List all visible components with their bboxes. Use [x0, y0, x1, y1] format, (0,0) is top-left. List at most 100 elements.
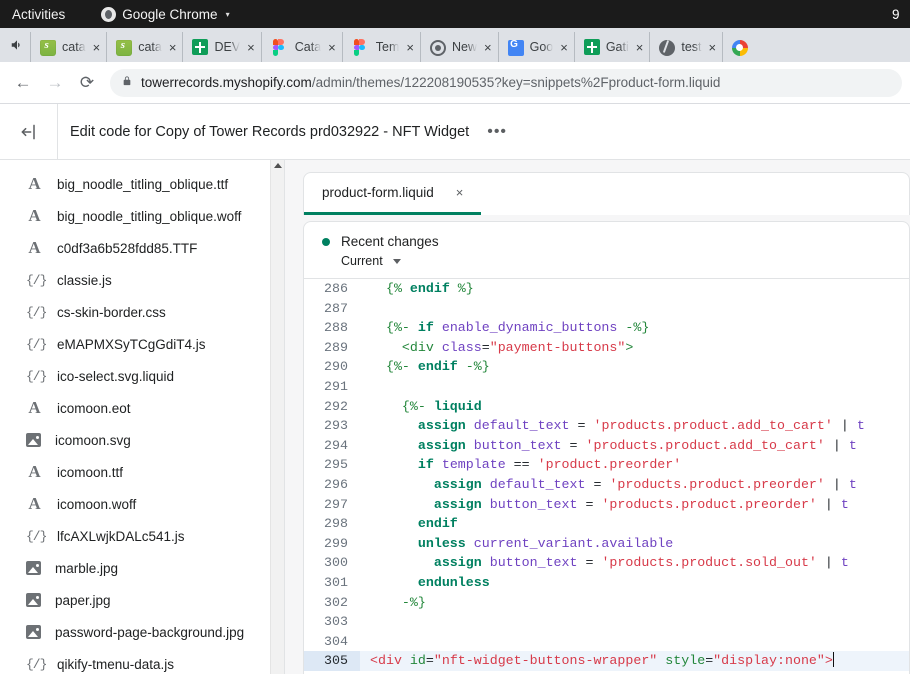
list-item[interactable]: {/} qikify-tmenu-data.js	[0, 648, 284, 674]
browser-tab[interactable]: Tem ×	[342, 32, 420, 62]
close-tab-icon[interactable]: ×	[406, 41, 414, 54]
line-number: 298	[304, 514, 360, 534]
code-line[interactable]: 291	[304, 377, 909, 397]
browser-tab[interactable]: test ×	[649, 32, 722, 62]
browser-tab[interactable]: cata ×	[30, 32, 106, 62]
line-number: 297	[304, 495, 360, 515]
close-tab-icon[interactable]: ×	[560, 41, 568, 54]
code-line[interactable]: 290 {%- endif -%}	[304, 357, 909, 377]
list-item[interactable]: icomoon.svg	[0, 424, 284, 456]
tab-product-form-liquid[interactable]: product-form.liquid ×	[304, 173, 481, 215]
list-item[interactable]: paper.jpg	[0, 584, 284, 616]
browser-tab[interactable]: cata ×	[106, 32, 182, 62]
list-item[interactable]: A icomoon.woff	[0, 488, 284, 520]
more-actions-button[interactable]: •••	[487, 128, 507, 136]
figma-icon	[273, 39, 289, 55]
browser-tab[interactable]	[722, 32, 760, 62]
line-number: 287	[304, 299, 360, 319]
close-tab-icon[interactable]: ×	[328, 41, 336, 54]
list-item[interactable]: A c0df3a6b528fdd85.TTF	[0, 232, 284, 264]
reload-button[interactable]: ⟳	[72, 68, 102, 98]
address-bar[interactable]: towerrecords.myshopify.com/admin/themes/…	[110, 69, 902, 97]
list-item[interactable]: password-page-background.jpg	[0, 616, 284, 648]
line-number: 305	[304, 651, 360, 671]
browser-tab[interactable]: Gati ×	[574, 32, 650, 62]
close-tab-icon[interactable]: ×	[709, 41, 717, 54]
sidebar-scrollbar[interactable]	[270, 160, 284, 674]
line-number: 290	[304, 357, 360, 377]
browser-tab[interactable]: Cata ×	[261, 32, 342, 62]
code-line[interactable]: 302 -%}	[304, 593, 909, 613]
close-tab-icon[interactable]: ×	[93, 41, 101, 54]
file-tabs-row: product-form.liquid ×	[304, 173, 909, 215]
active-app-menu[interactable]: Google Chrome ▾	[101, 7, 229, 22]
mute-tab-icon[interactable]	[4, 28, 30, 62]
code-line[interactable]: 289 <div class="payment-buttons">	[304, 338, 909, 358]
code-line-text: {% endif %}	[360, 279, 909, 299]
file-name: cs-skin-border.css	[57, 305, 166, 320]
code-line[interactable]: 296 assign default_text = 'products.prod…	[304, 475, 909, 495]
list-item[interactable]: marble.jpg	[0, 552, 284, 584]
list-item[interactable]: {/} ico-select.svg.liquid	[0, 360, 284, 392]
code-line[interactable]: 301 endunless	[304, 573, 909, 593]
browser-toolbar: ← → ⟳ towerrecords.myshopify.com/admin/t…	[0, 62, 910, 104]
activities-button[interactable]: Activities	[0, 7, 75, 22]
recent-changes-title-row: Recent changes	[322, 234, 909, 249]
tab-title: Tem	[376, 40, 400, 54]
code-line[interactable]: 305<div id="nft-widget-buttons-wrapper" …	[304, 651, 909, 671]
close-tab-icon[interactable]: ×	[169, 41, 177, 54]
system-clock[interactable]: 9	[892, 0, 910, 28]
code-file-icon: {/}	[26, 529, 43, 544]
close-tab-icon[interactable]: ×	[636, 41, 644, 54]
lock-icon	[122, 75, 132, 90]
font-file-icon: A	[26, 462, 43, 482]
code-line[interactable]: 286 {% endif %}	[304, 279, 909, 299]
code-line[interactable]: 299 unless current_variant.available	[304, 534, 909, 554]
file-tabs-card: product-form.liquid ×	[303, 172, 910, 215]
list-item[interactable]: {/} lfcAXLwjkDALc541.js	[0, 520, 284, 552]
code-line[interactable]: 304	[304, 632, 909, 652]
forward-button[interactable]: →	[40, 68, 70, 98]
list-item[interactable]: {/} classie.js	[0, 264, 284, 296]
close-file-tab-icon[interactable]: ×	[456, 185, 464, 200]
google-icon	[732, 40, 748, 56]
code-line[interactable]: 297 assign button_text = 'products.produ…	[304, 495, 909, 515]
image-file-icon	[26, 561, 41, 575]
list-item[interactable]: A big_noodle_titling_oblique.woff	[0, 200, 284, 232]
code-line[interactable]: 298 endif	[304, 514, 909, 534]
code-line[interactable]: 303	[304, 612, 909, 632]
close-tab-icon[interactable]: ×	[484, 41, 492, 54]
version-select-value: Current	[341, 254, 383, 268]
code-file-icon: {/}	[26, 337, 43, 352]
app-header: Edit code for Copy of Tower Records prd0…	[0, 104, 910, 160]
file-name: eMAPMXSyTCgGdiT4.js	[57, 337, 206, 352]
code-file-icon: {/}	[26, 273, 43, 288]
code-line-text: endunless	[360, 573, 909, 593]
tab-title: DEV	[214, 40, 240, 54]
code-line[interactable]: 288 {%- if enable_dynamic_buttons -%}	[304, 318, 909, 338]
code-line[interactable]: 293 assign default_text = 'products.prod…	[304, 416, 909, 436]
list-item[interactable]: A icomoon.ttf	[0, 456, 284, 488]
list-item[interactable]: {/} eMAPMXSyTCgGdiT4.js	[0, 328, 284, 360]
list-item[interactable]: A big_noodle_titling_oblique.ttf	[0, 168, 284, 200]
code-line[interactable]: 300 assign button_text = 'products.produ…	[304, 553, 909, 573]
code-line[interactable]: 295 if template == 'product.preorder'	[304, 455, 909, 475]
close-tab-icon[interactable]: ×	[247, 41, 255, 54]
version-select[interactable]: Current	[341, 254, 909, 268]
browser-tab[interactable]: New ×	[420, 32, 498, 62]
exit-editor-icon[interactable]	[0, 104, 58, 160]
code-line[interactable]: 294 assign button_text = 'products.produ…	[304, 436, 909, 456]
browser-tab[interactable]: DEV ×	[182, 32, 260, 62]
back-button[interactable]: ←	[8, 68, 38, 98]
list-item[interactable]: {/} cs-skin-border.css	[0, 296, 284, 328]
browser-tab[interactable]: Goo ×	[498, 32, 574, 62]
code-line[interactable]: 287	[304, 299, 909, 319]
code-line-text: <div id="nft-widget-buttons-wrapper" sty…	[360, 651, 909, 671]
scroll-up-icon[interactable]	[274, 163, 282, 168]
list-item[interactable]: A icomoon.eot	[0, 392, 284, 424]
code-editor[interactable]: 286 {% endif %}287288 {%- if enable_dyna…	[303, 278, 910, 674]
code-line[interactable]: 292 {%- liquid	[304, 397, 909, 417]
code-line-text: endif	[360, 514, 909, 534]
line-number: 288	[304, 318, 360, 338]
code-line-text: unless current_variant.available	[360, 534, 909, 554]
